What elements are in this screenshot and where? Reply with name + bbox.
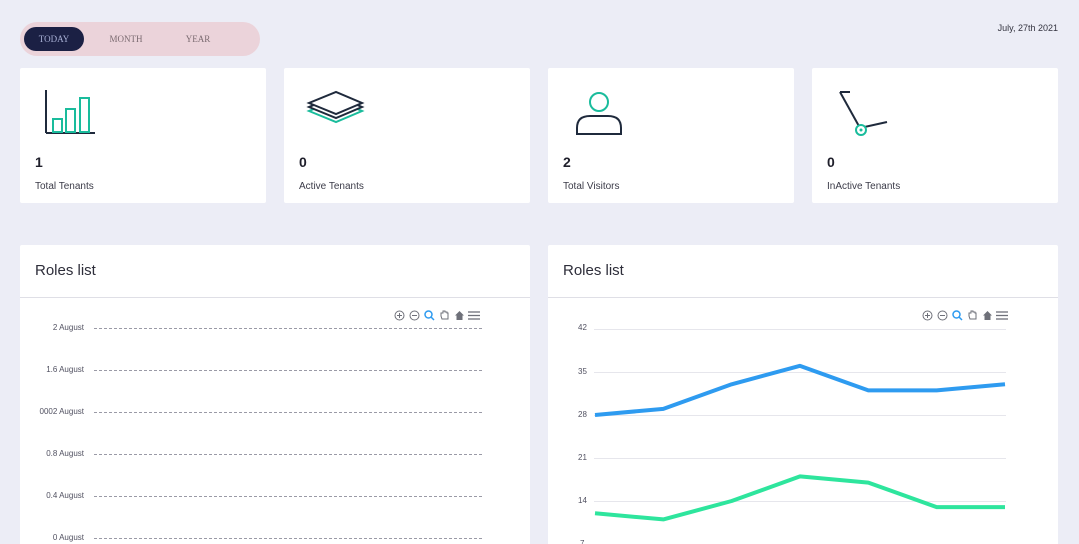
grid-line (94, 370, 482, 371)
zoom-out-icon[interactable] (936, 309, 948, 321)
y-tick-label: 35 (578, 367, 587, 376)
layers-icon (304, 84, 368, 140)
y-tick-label: 2 August (52, 323, 84, 332)
y-tick-label: 14 (578, 496, 587, 505)
pan-hand-icon[interactable] (438, 309, 450, 321)
stat-value: 0 (299, 154, 307, 170)
grid-line (594, 501, 1006, 502)
y-tick-label: 42 (578, 323, 587, 332)
stat-label: InActive Tenants (827, 181, 901, 192)
grid-line (94, 454, 482, 455)
period-tabs: TODAY MONTH YEAR (20, 22, 260, 56)
bar-chart-icon (40, 84, 104, 140)
stat-value: 1 (35, 154, 43, 170)
panel-divider (20, 297, 530, 298)
grid-line (594, 458, 1006, 459)
panel-title: Roles list (563, 262, 624, 279)
stat-value: 0 (827, 154, 835, 170)
y-tick-label: 28 (578, 410, 587, 419)
grid-line (94, 412, 482, 413)
user-icon (568, 84, 632, 140)
line-chart (594, 363, 1006, 522)
y-tick-label: 1.6 August (46, 365, 84, 374)
y-tick-label: 0.4 August (46, 491, 84, 500)
series-line-0 (594, 363, 1006, 417)
tab-year[interactable]: YEAR (168, 27, 228, 51)
grid-line (94, 496, 482, 497)
stat-card-active-tenants: 0 Active Tenants (284, 68, 530, 203)
grid-line (94, 538, 482, 539)
roles-list-panel-right: Roles list 42 35 28 21 14 7 (548, 245, 1058, 544)
menu-icon[interactable] (996, 309, 1008, 321)
stat-label: Total Visitors (563, 181, 620, 192)
tab-month[interactable]: MONTH (96, 27, 156, 51)
grid-line (594, 372, 1006, 373)
tab-today[interactable]: TODAY (24, 27, 84, 51)
zoom-in-icon[interactable] (393, 309, 405, 321)
zoom-out-icon[interactable] (408, 309, 420, 321)
y-tick-label: 7 (580, 539, 585, 544)
zoom-in-icon[interactable] (921, 309, 933, 321)
reset-home-icon[interactable] (981, 309, 993, 321)
y-tick-label: 0002 August (39, 407, 84, 416)
y-tick-label: 0.8 August (46, 449, 84, 458)
series-line-1 (594, 474, 1005, 522)
y-tick-label: 21 (578, 453, 587, 462)
roles-list-panel-left: Roles list 2 August 1.6 August 0002 Augu… (20, 245, 530, 544)
panel-title: Roles list (35, 262, 96, 279)
grid-line (94, 328, 482, 329)
share-icon (832, 84, 896, 140)
pan-hand-icon[interactable] (966, 309, 978, 321)
grid-line (594, 415, 1006, 416)
chart-toolbar (921, 309, 1008, 321)
stat-card-inactive-tenants: 0 InActive Tenants (812, 68, 1058, 203)
chart-toolbar (393, 309, 480, 321)
zoom-selection-icon[interactable] (423, 309, 435, 321)
current-date: July, 27th 2021 (997, 23, 1058, 33)
reset-home-icon[interactable] (453, 309, 465, 321)
stat-value: 2 (563, 154, 571, 170)
y-tick-label: 0 August (52, 533, 84, 542)
grid-line (594, 329, 1006, 330)
stat-label: Active Tenants (299, 181, 364, 192)
stat-card-total-visitors: 2 Total Visitors (548, 68, 794, 203)
stat-card-total-tenants: 1 Total Tenants (20, 68, 266, 203)
zoom-selection-icon[interactable] (951, 309, 963, 321)
panel-divider (548, 297, 1058, 298)
menu-icon[interactable] (468, 309, 480, 321)
stat-label: Total Tenants (35, 181, 94, 192)
